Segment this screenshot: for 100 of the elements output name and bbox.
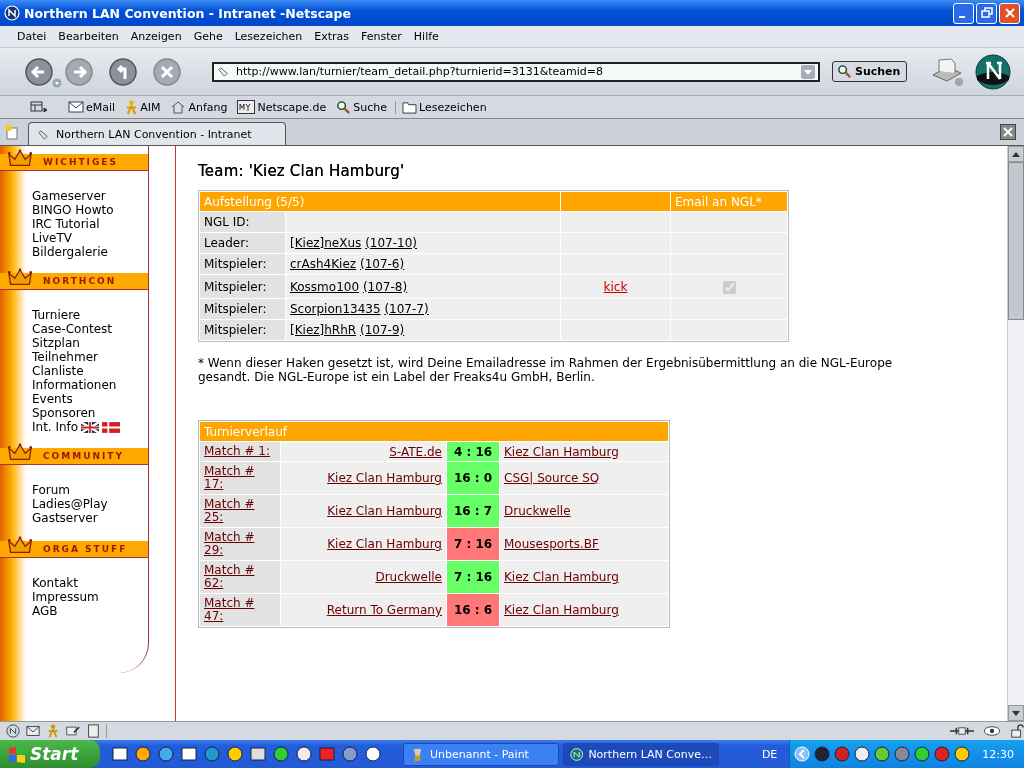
netscape-logo-icon[interactable] bbox=[975, 53, 1011, 90]
windows-logo-icon bbox=[8, 745, 26, 763]
score-cell: 7 : 16 bbox=[447, 561, 499, 593]
role-label: Mitspieler: bbox=[204, 279, 267, 294]
crown-icon bbox=[8, 442, 32, 462]
player-id-link[interactable]: (107-8) bbox=[362, 279, 408, 294]
language-indicator[interactable]: DE bbox=[761, 747, 778, 761]
expand-icon[interactable] bbox=[794, 746, 811, 762]
sidebar-link[interactable]: Events bbox=[32, 392, 73, 406]
padlock-icon bbox=[1010, 724, 1024, 738]
scroll-down-button[interactable] bbox=[1008, 705, 1024, 721]
sidebar-link[interactable]: AGB bbox=[32, 604, 58, 618]
minimize-button[interactable] bbox=[953, 2, 974, 24]
sidebar-link[interactable]: Kontakt bbox=[32, 576, 78, 590]
page-title: Team: 'Kiez Clan Hamburg' bbox=[198, 162, 406, 180]
player-link[interactable]: [Kiez]hRhR bbox=[290, 323, 357, 337]
close-icon bbox=[1002, 126, 1014, 138]
team-link[interactable]: Druckwelle bbox=[504, 504, 571, 518]
toolbar-link[interactable]: eMail bbox=[66, 100, 118, 114]
close-button[interactable] bbox=[999, 2, 1020, 24]
scrollbar[interactable] bbox=[1007, 146, 1024, 721]
connection-icon bbox=[950, 725, 974, 737]
sidebar-link[interactable]: Ladies@Play bbox=[32, 497, 108, 511]
toolbar-link[interactable]: Netscape.de bbox=[235, 100, 329, 114]
menu-item[interactable]: Fenster bbox=[361, 30, 402, 43]
sidebar-link[interactable]: Forum bbox=[32, 483, 71, 497]
sidebar-icon[interactable] bbox=[30, 100, 48, 114]
scrollbar-thumb[interactable] bbox=[1008, 162, 1024, 320]
team-link[interactable]: Druckwelle bbox=[375, 570, 442, 584]
footnote-text: * Wenn dieser Haken gesetzt ist, wird Deine Emailadresse im Rahmen der Ergebnisübermittlung an die NGL-Europe gesandt. Die NGL-Europe ist ein Label der Freaks4u GmbH, Berlin. bbox=[198, 356, 894, 384]
reload-button[interactable] bbox=[108, 56, 138, 87]
denmark-flag-icon[interactable] bbox=[102, 421, 121, 433]
toolbar-link[interactable]: AIM bbox=[123, 99, 163, 115]
my-badge-icon bbox=[237, 100, 256, 114]
forward-button[interactable] bbox=[64, 56, 94, 87]
scroll-up-button[interactable] bbox=[1008, 146, 1024, 162]
stop-button[interactable] bbox=[152, 56, 182, 87]
sidebar-link[interactable]: IRC Tutorial bbox=[32, 217, 100, 231]
sidebar-link[interactable]: Clanliste bbox=[32, 364, 84, 378]
menu-item[interactable]: Anzeigen bbox=[130, 30, 182, 43]
menu-item[interactable]: Extras bbox=[314, 30, 349, 43]
menu-item[interactable]: Datei bbox=[17, 30, 47, 43]
player-id-link[interactable]: (107-6) bbox=[359, 257, 405, 271]
menu-item[interactable]: Bearbeiten bbox=[58, 30, 119, 43]
search-icon bbox=[837, 64, 852, 79]
sidebar-link[interactable]: LiveTV bbox=[32, 231, 73, 245]
sidebar-link[interactable]: Sitzplan bbox=[32, 336, 80, 350]
toolbar-link[interactable]: Anfang bbox=[168, 100, 230, 114]
menu-item[interactable]: Gehe bbox=[193, 30, 223, 43]
role-label: Mitspieler: bbox=[204, 257, 267, 271]
player-link[interactable]: crAsh4Kiez bbox=[290, 257, 357, 271]
player-id-link[interactable]: (107-10) bbox=[365, 236, 418, 250]
search-button[interactable]: Suchen bbox=[832, 61, 907, 82]
restore-button[interactable] bbox=[976, 2, 997, 24]
player-id-link[interactable]: (107-7) bbox=[384, 302, 429, 316]
toolbar-link[interactable]: Lesezeichen bbox=[395, 100, 489, 114]
sidebar-link[interactable]: Gastserver bbox=[32, 511, 98, 525]
down-arrow-icon bbox=[1012, 710, 1020, 716]
sidebar-link[interactable]: Int. Info bbox=[32, 420, 79, 434]
sidebar-link[interactable]: BINGO Howto bbox=[32, 203, 114, 217]
notebook-icon[interactable] bbox=[86, 724, 100, 738]
player-id-link[interactable]: (107-9) bbox=[359, 323, 405, 337]
home-icon bbox=[170, 100, 187, 114]
menu-item[interactable]: Lesezeichen bbox=[234, 30, 303, 43]
url-field[interactable]: http://www.lan/turnier/team_detail.php?turnierid=3131&teamid=8 bbox=[212, 61, 820, 82]
search-icon bbox=[336, 99, 352, 115]
score-cell: 4 : 16 bbox=[447, 442, 499, 461]
role-label: NGL ID: bbox=[204, 215, 250, 229]
browser-tab[interactable]: Northern LAN Convention - Intranet bbox=[28, 122, 286, 145]
uk-flag-icon[interactable] bbox=[81, 421, 100, 433]
sidebar-link[interactable]: Gameserver bbox=[32, 189, 106, 203]
sidebar-link[interactable]: Impressum bbox=[32, 590, 99, 604]
menu-item[interactable]: Hilfe bbox=[413, 30, 439, 43]
back-button[interactable] bbox=[24, 56, 54, 87]
role-label: Mitspieler: bbox=[204, 323, 267, 337]
player-link[interactable]: Kossmo100 bbox=[290, 279, 360, 294]
composer-icon[interactable] bbox=[66, 724, 80, 738]
sidebar-link[interactable]: Sponsoren bbox=[32, 406, 96, 420]
page-icon bbox=[37, 127, 50, 141]
sidebar-link[interactable]: Informationen bbox=[32, 378, 117, 392]
score-cell: 16 : 6 bbox=[447, 594, 499, 626]
player-link[interactable]: [Kiez]neXus bbox=[290, 236, 362, 250]
sidebar-link[interactable]: Teilnehmer bbox=[32, 350, 98, 364]
sidebar-link[interactable]: Bildergalerie bbox=[32, 245, 108, 259]
kick-link[interactable]: kick bbox=[603, 279, 628, 294]
score-cell: 7 : 16 bbox=[447, 528, 499, 560]
clock: 12:30 bbox=[982, 747, 1014, 761]
folder-icon bbox=[402, 100, 418, 114]
sidebar-link[interactable]: Case-Contest bbox=[32, 322, 113, 336]
sidebar-link[interactable]: Turniere bbox=[32, 308, 81, 322]
taskbar-button[interactable]: Northern LAN Conve… bbox=[563, 742, 719, 766]
player-link[interactable]: Scorpion13435 bbox=[290, 302, 381, 316]
url-text: http://www.lan/turnier/team_detail.php?turnierid=3131&teamid=8 bbox=[236, 65, 605, 78]
toolbar-link[interactable]: Suche bbox=[334, 99, 390, 115]
taskbar-button[interactable]: Unbenannt - Paint bbox=[403, 742, 559, 766]
close-tab-button[interactable] bbox=[1000, 124, 1016, 140]
close-icon bbox=[1003, 7, 1016, 19]
table-header: Email an NGL* bbox=[671, 192, 787, 211]
crown-icon bbox=[8, 535, 32, 555]
role-label: Mitspieler: bbox=[204, 302, 267, 316]
